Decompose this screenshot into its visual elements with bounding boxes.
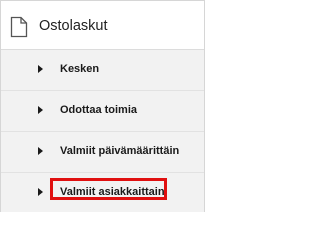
caret-right-icon — [38, 106, 43, 114]
document-icon — [10, 16, 28, 38]
menu-item-valmiit-asiakkaittain[interactable]: Valmiit asiakkaittain — [1, 173, 204, 214]
menu-item-kesken[interactable]: Kesken — [1, 50, 204, 91]
panel-title: Ostolaskut — [39, 18, 108, 34]
caret-right-icon — [38, 65, 43, 73]
menu-list: Kesken Odottaa toimia Valmiit päivämääri… — [1, 50, 204, 212]
menu-item-valmiit-paivamaarittain[interactable]: Valmiit päivämäärittäin — [1, 132, 204, 173]
caret-right-icon — [38, 147, 43, 155]
panel-header[interactable]: Ostolaskut — [1, 1, 204, 50]
menu-item-label: Valmiit asiakkaittain — [60, 186, 165, 198]
menu-item-label: Valmiit päivämäärittäin — [60, 145, 180, 157]
menu-item-label: Odottaa toimia — [60, 104, 138, 116]
menu-item-label: Kesken — [60, 63, 100, 75]
purchase-invoices-panel: Ostolaskut Kesken Odottaa toimia Valmiit… — [0, 0, 205, 212]
caret-right-icon — [38, 188, 43, 196]
menu-item-odottaa-toimia[interactable]: Odottaa toimia — [1, 91, 204, 132]
